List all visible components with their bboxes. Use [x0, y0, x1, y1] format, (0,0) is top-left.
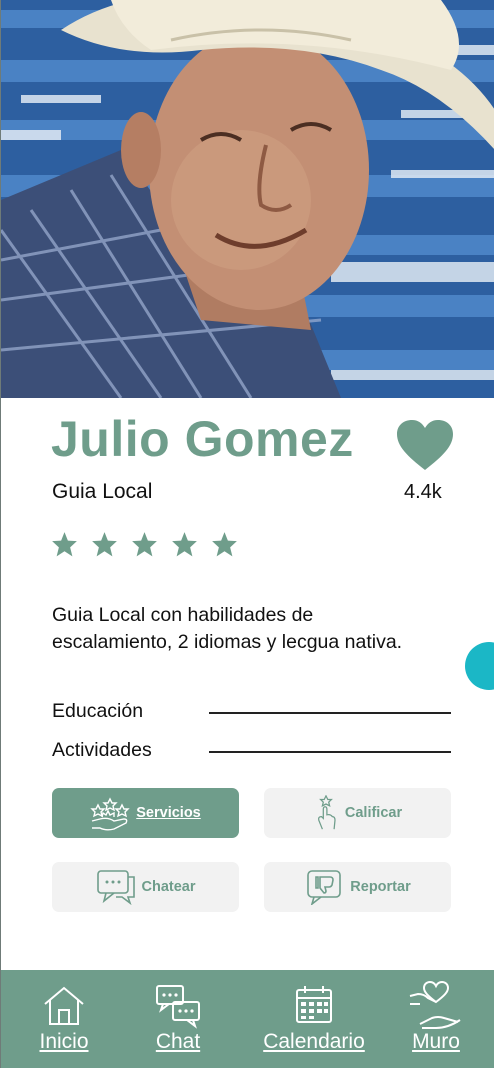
report-thumbs-down-icon: [307, 870, 342, 905]
likes-count: 4.4k: [404, 481, 442, 503]
nav-label-muro: Muro: [412, 1030, 460, 1053]
chat-bubbles-icon: [156, 985, 200, 1029]
chat-bubble-icon: [96, 870, 135, 905]
calendar-icon: [296, 986, 332, 1023]
star-icon: [52, 532, 77, 557]
bottom-navigation: Inicio Chat Calendario Muro: [1, 970, 494, 1068]
rating-stars: [51, 531, 238, 558]
floating-action-dot[interactable]: [465, 642, 494, 690]
home-icon: [44, 986, 84, 1025]
rate-button[interactable]: Calificar: [264, 788, 451, 838]
star-icon: [172, 532, 197, 557]
favorite-heart-icon[interactable]: [397, 420, 453, 472]
activities-label: Actividades: [52, 739, 152, 761]
profile-photo: [1, 0, 494, 398]
report-button[interactable]: Reportar: [264, 862, 451, 912]
profile-screen: Julio Gomez Guia Local 4.4k Guia Local c…: [0, 0, 494, 1068]
chat-button[interactable]: Chatear: [52, 862, 239, 912]
nav-label-inicio: Inicio: [39, 1030, 89, 1053]
nav-label-calendario: Calendario: [263, 1030, 365, 1053]
chat-label: Chatear: [141, 879, 196, 895]
nav-label-chat: Chat: [155, 1030, 201, 1053]
star-icon: [92, 532, 117, 557]
star-icon: [132, 532, 157, 557]
nav-item-muro[interactable]: Muro: [408, 970, 464, 1054]
nav-item-inicio[interactable]: Inicio: [39, 970, 89, 1054]
profile-role: Guia Local: [52, 480, 153, 503]
nav-item-chat[interactable]: Chat: [153, 970, 203, 1054]
nav-item-calendario[interactable]: Calendario: [257, 970, 371, 1054]
profile-name: Julio Gomez: [51, 411, 354, 467]
education-line: [209, 712, 451, 714]
services-label: Servicios: [136, 805, 201, 821]
report-label: Reportar: [350, 879, 411, 895]
star-icon: [212, 532, 237, 557]
profile-description: Guia Local con habilidades de escalamien…: [52, 604, 403, 653]
rate-label: Calificar: [344, 805, 403, 821]
education-label: Educación: [52, 700, 144, 722]
services-hand-stars-icon: [90, 797, 130, 831]
services-button[interactable]: Servicios: [52, 788, 239, 838]
heart-hand-icon: [409, 980, 461, 1029]
activities-line: [209, 751, 451, 753]
rate-finger-star-icon: [317, 795, 336, 830]
